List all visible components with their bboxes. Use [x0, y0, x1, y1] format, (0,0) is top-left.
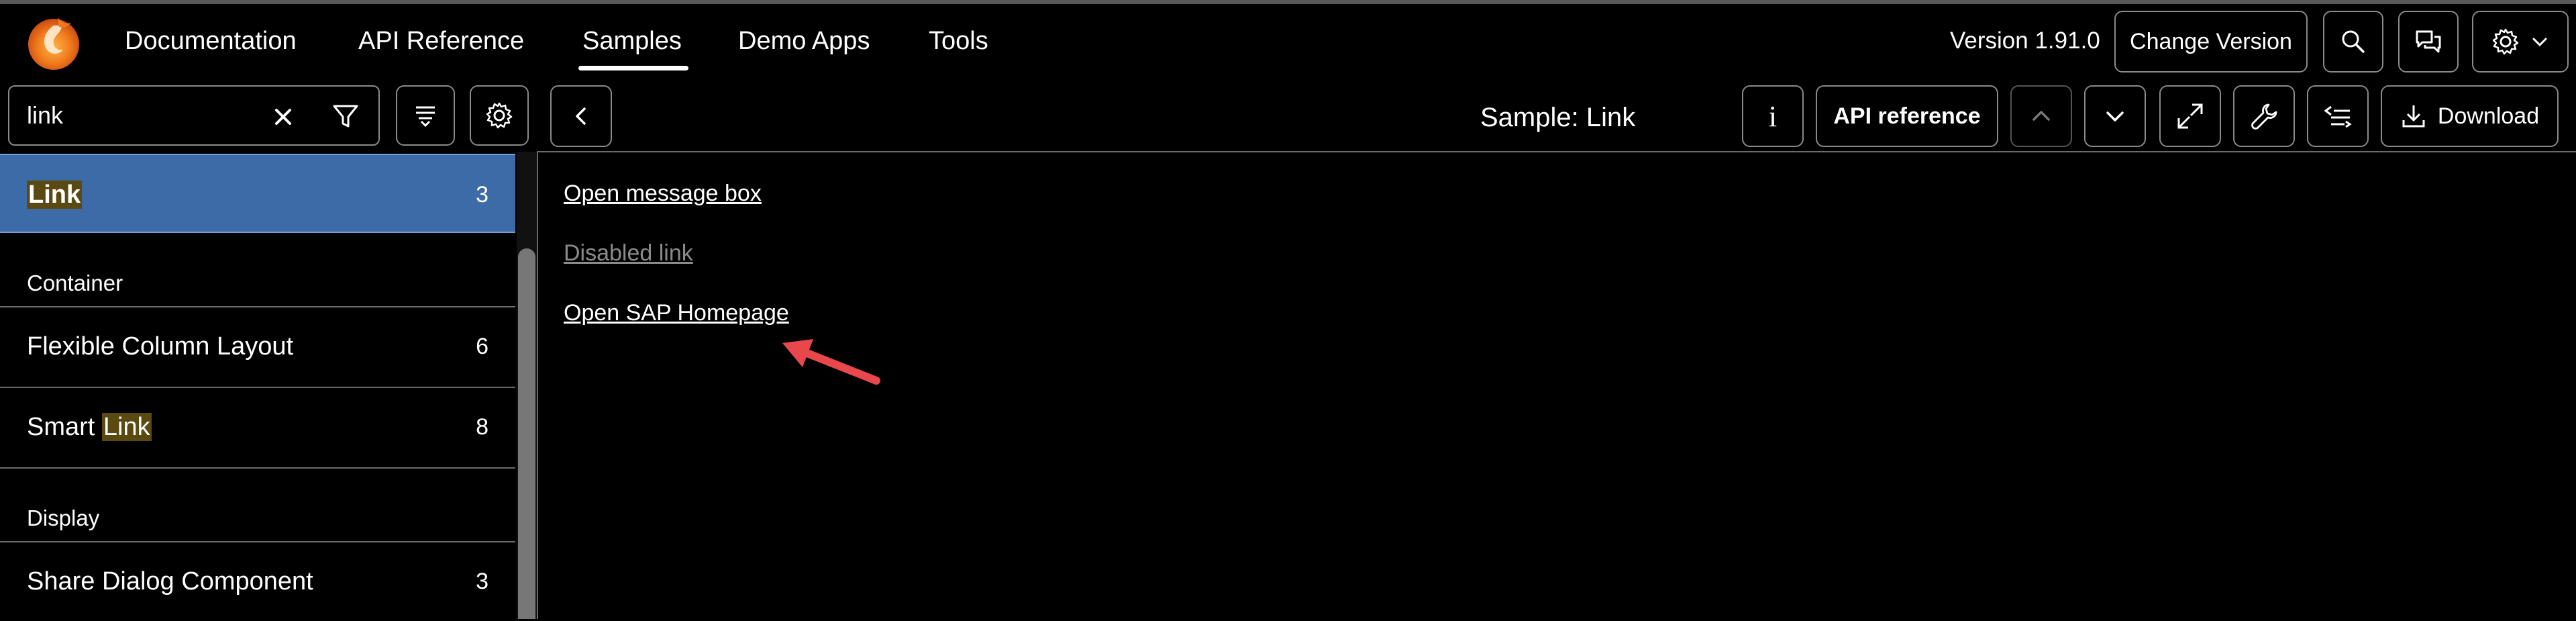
- chevron-up-icon: [2032, 111, 2050, 121]
- search-icon: [2342, 30, 2365, 53]
- item-label: Flexible Column Layout: [27, 332, 294, 361]
- sidebar-divider: [537, 152, 538, 619]
- nav-active-indicator: [578, 66, 688, 70]
- sidebar-settings-button[interactable]: [470, 85, 529, 146]
- sap-logo-icon[interactable]: [24, 12, 83, 71]
- feedback-button[interactable]: [2398, 11, 2459, 73]
- next-sample-button[interactable]: [2084, 85, 2146, 147]
- nav-tools[interactable]: Tools: [929, 24, 988, 58]
- list-item-share-dialog-component[interactable]: Share Dialog Component 3: [0, 542, 515, 621]
- chevron-down-icon: [2106, 111, 2124, 122]
- new-window-button[interactable]: [2159, 85, 2221, 147]
- item-label: Share Dialog Component: [27, 567, 313, 595]
- group-title-container: Container: [27, 271, 123, 295]
- top-border: [0, 0, 2576, 4]
- info-icon: i: [1768, 99, 1778, 133]
- download-icon: [2402, 105, 2425, 128]
- item-count: 3: [476, 569, 488, 594]
- previous-sample-button[interactable]: [2010, 85, 2072, 147]
- expand-icon: [2177, 103, 2203, 129]
- download-button[interactable]: Download: [2381, 85, 2559, 147]
- list-item-flexible-column-layout[interactable]: Flexible Column Layout 6: [0, 307, 515, 386]
- divider: [0, 467, 515, 469]
- gear-icon: [486, 102, 513, 129]
- code-list-icon: [2324, 105, 2352, 128]
- search-highlight: Link: [101, 413, 152, 441]
- gear-icon: [2492, 28, 2519, 55]
- sort-button[interactable]: [396, 85, 455, 146]
- settings-menu-button[interactable]: [2472, 11, 2569, 73]
- list-item-smart-link[interactable]: Smart Link 8: [0, 387, 515, 467]
- close-icon: [275, 109, 291, 125]
- link-open-message-box[interactable]: Open message box: [564, 179, 762, 208]
- sample-title: Sample: Link: [1480, 103, 1636, 132]
- clear-search-button[interactable]: [268, 102, 302, 132]
- api-reference-button[interactable]: API reference: [1816, 85, 1998, 147]
- chevron-down-icon: [2532, 38, 2547, 47]
- feedback-icon: [2416, 30, 2441, 53]
- chevron-left-icon: [576, 107, 586, 125]
- search-button[interactable]: [2323, 11, 2383, 73]
- filter-button[interactable]: [330, 101, 364, 133]
- info-button[interactable]: i: [1742, 85, 1804, 147]
- nav-api-reference[interactable]: API Reference: [358, 24, 524, 58]
- settings-wrench-button[interactable]: [2233, 85, 2295, 147]
- change-version-button[interactable]: Change Version: [2114, 11, 2308, 73]
- search-input[interactable]: link: [27, 101, 63, 130]
- filter-icon: [333, 105, 358, 128]
- back-button[interactable]: [550, 85, 612, 147]
- item-count: 3: [476, 182, 488, 207]
- toolbar-divider: [537, 151, 2576, 152]
- list-item-link[interactable]: Link 3: [0, 154, 515, 233]
- group-title-display: Display: [27, 506, 100, 530]
- nav-samples[interactable]: Samples: [582, 24, 682, 58]
- nav-demo-apps[interactable]: Demo Apps: [738, 24, 870, 58]
- list-filter-icon: [416, 106, 435, 128]
- link-disabled: Disabled link: [564, 240, 693, 266]
- sidebar-scrollbar-thumb[interactable]: [518, 248, 535, 619]
- nav-documentation[interactable]: Documentation: [125, 24, 297, 58]
- item-count: 6: [476, 334, 488, 359]
- code-button[interactable]: [2307, 85, 2369, 147]
- annotation-arrow-icon: [782, 339, 880, 385]
- version-label: Version 1.91.0: [1950, 28, 2100, 54]
- item-label-prefix: Smart: [27, 413, 102, 441]
- wrench-icon: [2251, 103, 2277, 130]
- item-count: 8: [476, 414, 488, 440]
- link-open-sap-homepage[interactable]: Open SAP Homepage: [564, 298, 789, 328]
- search-field[interactable]: [8, 85, 380, 146]
- download-label: Download: [2437, 103, 2540, 129]
- search-highlight: Link: [27, 181, 83, 209]
